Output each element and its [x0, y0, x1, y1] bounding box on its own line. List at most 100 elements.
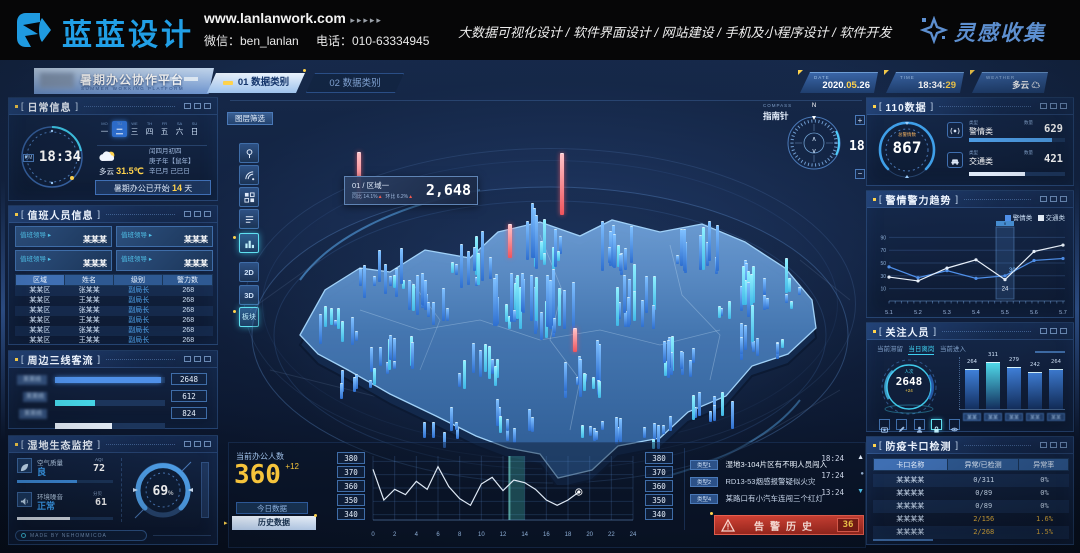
collapse-icon[interactable]: [184, 441, 191, 447]
alert-up-icon[interactable]: ▲: [857, 454, 864, 461]
expand-icon[interactable]: [204, 103, 211, 109]
table-row: 某某区张某某副局长268: [15, 306, 213, 316]
table-scrollbar[interactable]: [873, 539, 933, 541]
type-bar: [969, 138, 1065, 142]
noise-bar: [17, 517, 113, 520]
air-status: 良: [37, 465, 46, 478]
window-icon[interactable]: [194, 211, 201, 217]
duty-card[interactable]: 值班领导 ▸ 某某某: [15, 226, 112, 247]
office-line-chart: 024681012141618202224: [371, 452, 639, 542]
wechat-contact: 微信：ben_lanlan: [204, 32, 299, 49]
svg-text:5.2: 5.2: [914, 310, 922, 316]
svg-text:5.1: 5.1: [885, 310, 893, 316]
office-count-value: 360 +12: [234, 460, 299, 490]
focus-gauge-readout: 人次 2648 +24: [879, 369, 939, 393]
person-icon[interactable]: [914, 419, 925, 430]
corner-tick: [798, 70, 803, 75]
panel-title: 警情警力趋势: [886, 192, 952, 207]
window-icon[interactable]: [1050, 442, 1057, 448]
panel-eco-monitor: [湿地生态监控] 空气质量 良 AQI 72 环境噪音 正常 分贝 61: [8, 435, 218, 545]
expand-icon[interactable]: [1060, 196, 1067, 202]
expand-icon[interactable]: [204, 356, 211, 362]
svg-text:24: 24: [630, 532, 637, 538]
collapse-icon[interactable]: [1040, 196, 1047, 202]
air-value: 72: [93, 463, 105, 474]
duty-table-header: 区域 姓名 级别 警力数: [15, 274, 213, 286]
list-item[interactable]: 类型2 RD13-53烟感报警疑似火灾 17:24 ●: [690, 471, 866, 485]
camera-icon[interactable]: [879, 419, 890, 430]
left-edge-scrollbar[interactable]: [1, 180, 5, 440]
site-header: 蓝蓝设计 www.lanlanwork.com ▸▸▸▸▸ 微信：ben_lan…: [0, 0, 1080, 60]
panel-daily-info: [日常信息] PM 18:34 MO一 TU二 WE三 TH四 FR五 SA六: [8, 97, 218, 201]
zoom-out-button[interactable]: −: [855, 169, 865, 179]
alert-history-banner[interactable]: 告警历史 36: [714, 515, 864, 535]
duty-card[interactable]: 值班领导 ▸ 某某某: [116, 226, 213, 247]
expand-icon[interactable]: [1060, 442, 1067, 448]
focus-tabs: 当前滞留 当日离岗 当前进入: [877, 343, 966, 353]
list-item[interactable]: 类型1 湿地3-104片区有不明人员闯入 18:24 ▲: [690, 454, 866, 468]
today-data-button[interactable]: 今日数据: [236, 502, 308, 514]
right-edge-scrollbar[interactable]: [1075, 180, 1079, 440]
collapse-icon[interactable]: [184, 356, 191, 362]
active-dot: [233, 310, 236, 313]
panel-title: 关注人员: [886, 324, 930, 339]
svg-text:5.5: 5.5: [1001, 310, 1009, 316]
pen-icon[interactable]: [896, 419, 907, 430]
tab-data-category-2[interactable]: 02 数据类别: [306, 73, 404, 93]
collapse-icon[interactable]: [184, 103, 191, 109]
compass-dial[interactable]: ∧ ∨: [782, 111, 846, 175]
window-icon[interactable]: [194, 103, 201, 109]
window-icon[interactable]: [194, 441, 201, 447]
window-icon[interactable]: [194, 356, 201, 362]
duty-table: 某某区张某某副局长268 某某区王某某副局长268 某某区张某某副局长268 某…: [15, 286, 213, 346]
arrows-decoration: ▸▸▸▸▸: [350, 15, 383, 25]
duty-card[interactable]: 值班领导 ▸ 某某某: [116, 250, 213, 271]
website-link[interactable]: www.lanlanwork.com: [204, 10, 346, 26]
lock-icon[interactable]: [931, 419, 942, 430]
car-icon: [947, 152, 963, 168]
collapse-icon[interactable]: [1040, 328, 1047, 334]
count-label: 数量: [1024, 150, 1033, 156]
eco-side-scrollbar[interactable]: [201, 462, 209, 518]
window-icon[interactable]: [1050, 103, 1057, 109]
window-icon[interactable]: [1050, 196, 1057, 202]
tab-focus-0[interactable]: 当前滞留: [877, 346, 903, 353]
plate-deco: [184, 77, 198, 81]
svg-text:14: 14: [521, 532, 528, 538]
week-row: MO一 TU二 WE三 TH四 FR五 SA六 SU日: [97, 121, 207, 143]
active-dot: [710, 512, 713, 515]
platform-subtitle: SUMMER WORKING PLATFORM: [81, 86, 184, 91]
tab-focus-1[interactable]: 当日离岗: [908, 346, 934, 355]
brand-name: 蓝蓝设计: [62, 10, 194, 54]
list-item[interactable]: 类型4 某路口有小汽车连闯三个红灯 13:24 ▼: [690, 488, 866, 502]
expand-icon[interactable]: [204, 441, 211, 447]
flow-bar: [55, 400, 165, 406]
panel-passenger-flow: [周边三线客流] 某某线 2648 某某线 612 某某线 824: [8, 350, 218, 429]
lanlan-logo-icon: [14, 10, 54, 50]
weather-box: WEATHER 多云 ☁: [972, 72, 1048, 93]
window-icon[interactable]: [1050, 328, 1057, 334]
expand-icon[interactable]: [204, 211, 211, 217]
tab-data-category-1[interactable]: 01 数据类别: [207, 73, 305, 93]
alert-down-icon[interactable]: ▼: [857, 488, 864, 495]
duty-card[interactable]: 值班领导 ▸ 某某某: [15, 250, 112, 271]
expand-icon[interactable]: [1060, 328, 1067, 334]
corner-tick: [884, 70, 889, 75]
zoom-in-button[interactable]: +: [855, 115, 865, 125]
alert-dot-icon[interactable]: ●: [860, 471, 864, 477]
collapse-icon[interactable]: [1040, 442, 1047, 448]
panel-checkpoint: [防疫卡口检测] 卡口名称 异常/已检测 异常率 某某某某0/3110% 某某某…: [866, 436, 1074, 545]
office-yaxis-left: 380 370 360 350 340: [337, 452, 365, 520]
screenshot-stage: 蓝蓝设计 www.lanlanwork.com ▸▸▸▸▸ 微信：ben_lan…: [0, 0, 1080, 553]
collapse-icon[interactable]: [1040, 103, 1047, 109]
flow-label: 某某线: [17, 375, 47, 385]
collapse-icon[interactable]: [184, 211, 191, 217]
table-row: 某某某某0/3110%: [873, 474, 1069, 487]
history-data-button[interactable]: 历史数据: [232, 516, 316, 530]
compass-widget: COMPASS 指南针 N ∧ ∨ + 18 −: [763, 103, 869, 193]
inspiration-collect-label[interactable]: 灵感收集: [954, 17, 1046, 47]
expand-icon[interactable]: [1060, 103, 1067, 109]
phone-contact: 电话：010-63334945: [316, 32, 429, 49]
credit-dot-icon: [21, 533, 26, 538]
weather-now: 多云 31.5℃: [99, 166, 144, 177]
